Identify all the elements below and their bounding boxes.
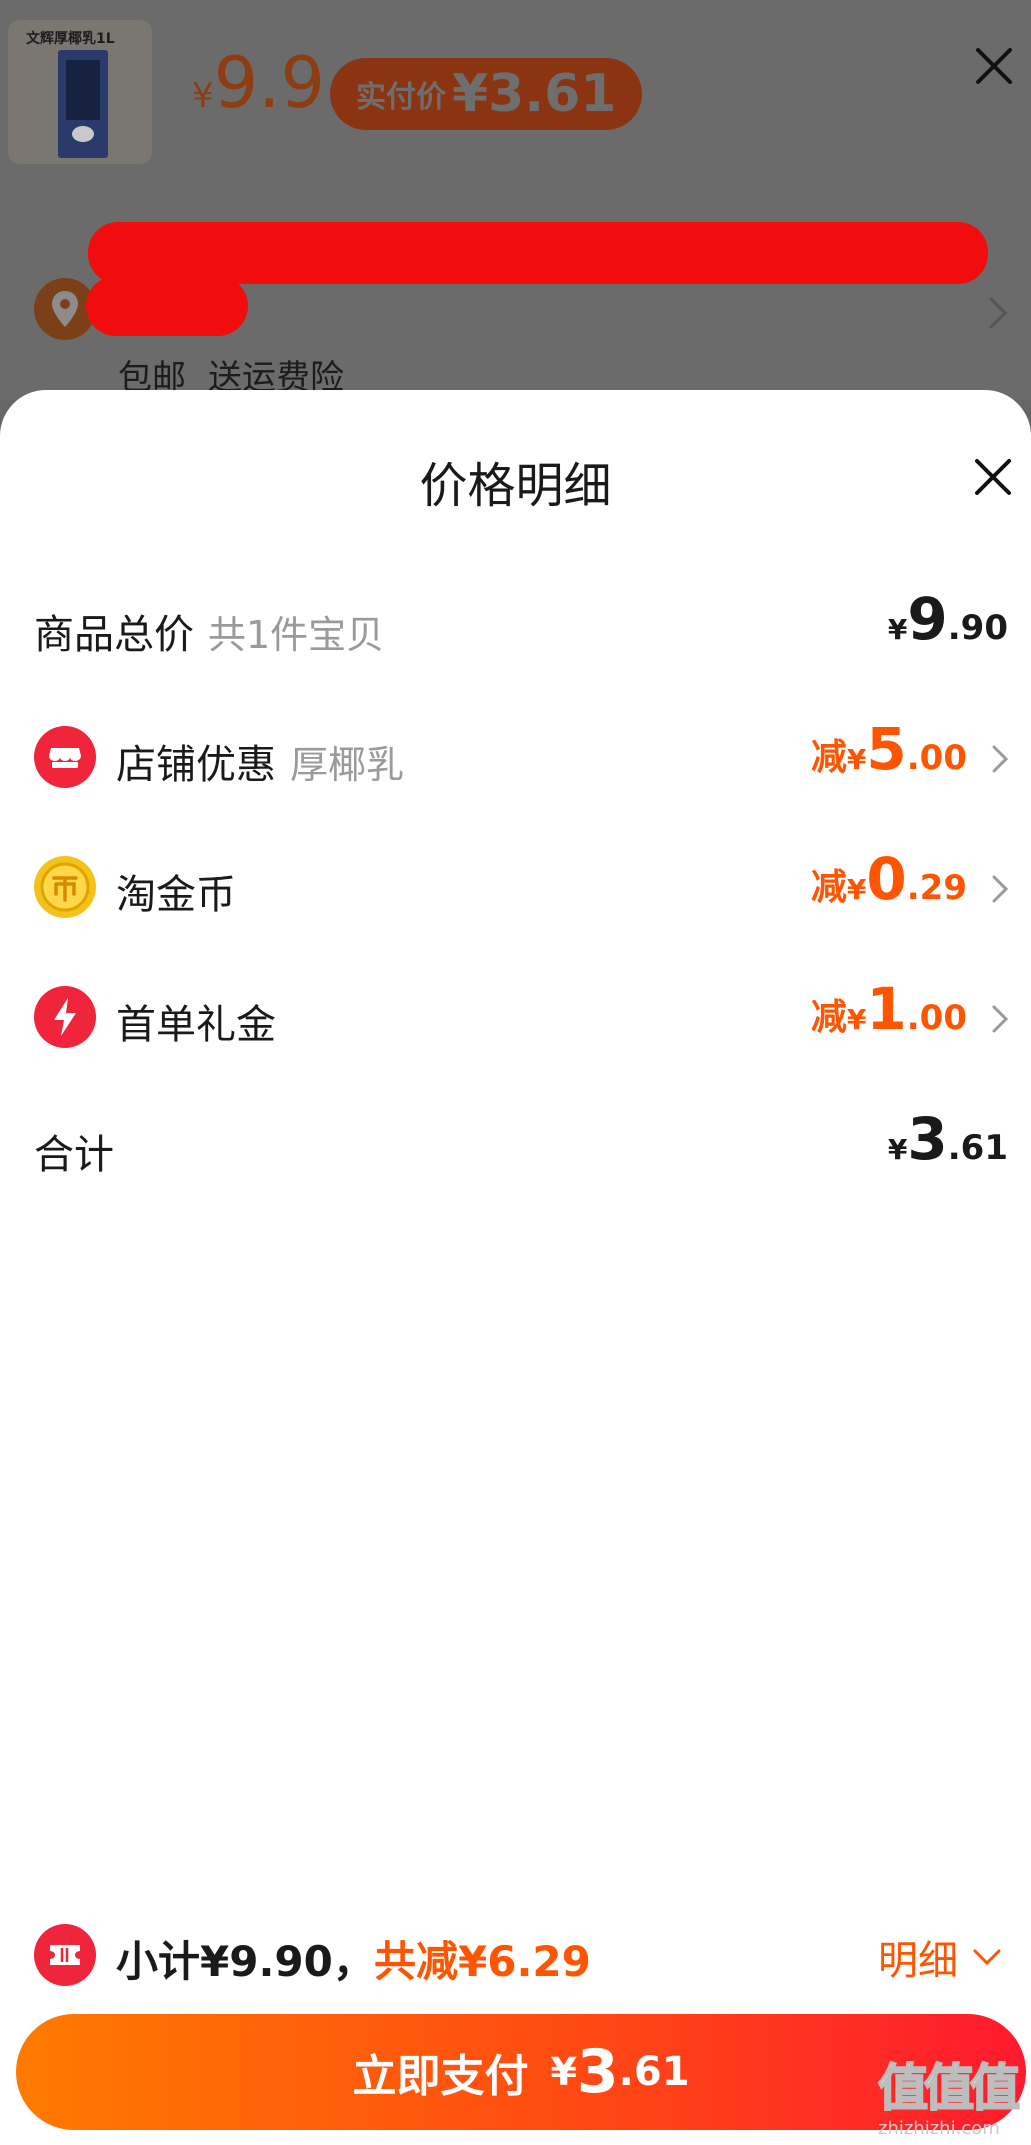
- amount-integer: 0: [866, 845, 907, 913]
- watermark: 值值值 zhizhizhi.com: [877, 2048, 1028, 2144]
- pay-now-label: 立即支付: [352, 2051, 529, 2102]
- actual-pay-badge: 实付价 ¥3.61: [330, 58, 643, 130]
- pay-now-integer: 3: [576, 2037, 619, 2107]
- detail-toggle-button[interactable]: 明细: [878, 1928, 1002, 1986]
- pay-now-button[interactable]: 立即支付 ¥3.61: [16, 2014, 1026, 2130]
- ticket-icon: [34, 1924, 96, 1986]
- amount-integer: 1: [866, 975, 907, 1043]
- address-redaction: [88, 222, 988, 284]
- row-amount: 减 ¥1.00: [811, 980, 967, 1040]
- amount-integer: 5: [866, 715, 907, 783]
- amount-decimal: .00: [906, 998, 967, 1038]
- actual-pay-amount: ¥3.61: [452, 64, 617, 124]
- amount-decimal: .00: [906, 738, 967, 778]
- product-thumbnail: 文辉厚椰乳1L: [8, 20, 152, 164]
- amount-integer: 3: [907, 1105, 948, 1173]
- chevron-right-icon: [991, 1004, 1009, 1038]
- pay-now-currency: ¥: [550, 2050, 577, 2094]
- detail-toggle-label: 明细: [878, 1938, 958, 1984]
- total-saved-text: 共减¥6.29: [374, 1937, 591, 1986]
- product-header: 文辉厚椰乳1L ¥ 9.9 实付价 ¥3.61 包邮 送运费险: [0, 0, 1031, 400]
- price-row-first-order-gift[interactable]: 首单礼金 减 ¥1.00: [0, 972, 1031, 1062]
- sheet-title: 价格明细: [419, 458, 612, 514]
- amount-decimal: .90: [947, 608, 1008, 648]
- watermark-url: zhizhizhi.com: [878, 2118, 1000, 2139]
- close-icon[interactable]: [972, 456, 1014, 498]
- pay-now-decimal: .61: [618, 2049, 690, 2095]
- amount-prefix: 减: [810, 867, 847, 908]
- actual-pay-label: 实付价: [356, 80, 446, 115]
- row-amount: 减 ¥0.29: [811, 850, 967, 910]
- amount-decimal: .61: [947, 1128, 1008, 1168]
- lightning-icon: [34, 986, 96, 1048]
- row-label: 淘金币: [116, 872, 236, 918]
- chevron-right-icon[interactable]: [988, 296, 1008, 334]
- row-label: 店铺优惠: [116, 742, 276, 788]
- row-amount: ¥9.90: [888, 590, 1008, 648]
- gold-coin-icon: [34, 856, 96, 918]
- price-row-total: 合计 ¥3.61: [0, 1102, 1031, 1192]
- shop-icon: [34, 726, 96, 788]
- product-thumbnail-text: 文辉厚椰乳1L: [26, 31, 115, 47]
- amount-decimal: .29: [906, 868, 967, 908]
- amount-prefix: 减: [810, 737, 847, 778]
- address-redaction: [86, 276, 248, 336]
- row-label: 商品总价: [34, 612, 194, 658]
- order-summary-bar: 小计¥9.90， 共减¥6.29 明细: [0, 1914, 1031, 1994]
- product-price-currency: ¥: [192, 76, 214, 116]
- chevron-right-icon: [991, 744, 1009, 778]
- amount-currency: ¥: [846, 873, 867, 906]
- amount-currency: ¥: [887, 1133, 908, 1166]
- price-row-goods-total: 商品总价 共1件宝贝 ¥9.90: [0, 582, 1031, 672]
- amount-prefix: 减: [810, 997, 847, 1038]
- row-label: 合计: [34, 1132, 114, 1178]
- row-label: 首单礼金: [116, 1002, 276, 1048]
- amount-currency: ¥: [887, 613, 908, 646]
- watermark-logo: 值值值: [877, 2058, 1021, 2118]
- product-price-value: 9.9: [213, 42, 325, 124]
- close-icon[interactable]: [972, 44, 1016, 88]
- row-sub-label: 共1件宝贝: [208, 613, 385, 657]
- amount-currency: ¥: [846, 743, 867, 776]
- price-row-shop-discount[interactable]: 店铺优惠 厚椰乳 减 ¥5.00: [0, 712, 1031, 802]
- product-package-image: [58, 50, 108, 158]
- subtotal-text: 小计¥9.90，: [116, 1937, 375, 1986]
- row-amount: ¥3.61: [888, 1110, 1008, 1168]
- amount-currency: ¥: [846, 1003, 867, 1036]
- row-amount: 减 ¥5.00: [811, 720, 967, 780]
- price-detail-sheet: 价格明细 商品总价 共1件宝贝 ¥9.90 店铺优惠 厚椰乳 减 ¥5.00 淘…: [0, 390, 1031, 2145]
- chevron-down-icon: [973, 1949, 1001, 1966]
- amount-integer: 9: [907, 585, 948, 653]
- product-price: ¥ 9.9: [192, 48, 325, 118]
- chevron-right-icon: [991, 874, 1009, 908]
- row-sub-label: 厚椰乳: [290, 743, 405, 787]
- price-row-gold-coin[interactable]: 淘金币 减 ¥0.29: [0, 842, 1031, 932]
